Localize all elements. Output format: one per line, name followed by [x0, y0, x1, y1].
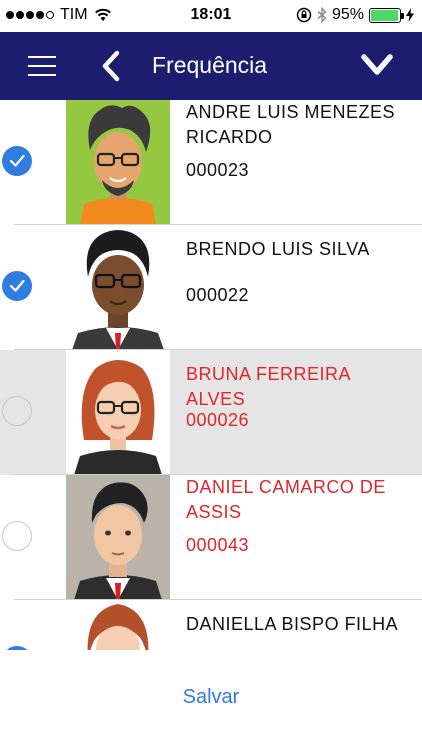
- back-chevron-icon[interactable]: [100, 50, 122, 82]
- student-code: 000023: [186, 160, 250, 180]
- student-name: BRENDO LUIS SILVA: [186, 239, 370, 259]
- navigation-bar: Frequência: [0, 32, 422, 100]
- hamburger-menu-icon[interactable]: [28, 51, 56, 81]
- student-name: BRUNA FERREIRA ALVES: [186, 364, 351, 409]
- footer: Salvar: [0, 650, 422, 750]
- avatar: [66, 225, 170, 350]
- check-icon[interactable]: [2, 271, 32, 301]
- student-list[interactable]: ANDRE LUIS MENEZES RICARDO 000023 BRENDO…: [0, 100, 422, 650]
- save-button[interactable]: Salvar: [0, 686, 422, 709]
- unchecked-circle-icon[interactable]: [2, 521, 32, 551]
- student-row[interactable]: BRUNA FERREIRA ALVES 000026: [0, 350, 422, 475]
- student-row[interactable]: BRENDO LUIS SILVA 000022: [0, 225, 422, 350]
- check-icon[interactable]: [2, 146, 32, 176]
- page-title: Frequência: [152, 52, 268, 78]
- student-code: 000022: [186, 285, 250, 305]
- student-name: DANIELLA BISPO FILHA: [186, 614, 399, 634]
- battery-icon: [369, 7, 404, 23]
- student-code: 000026: [186, 410, 250, 430]
- battery-percent: 95%: [331, 6, 364, 23]
- student-name: DANIEL CAMARCO DE ASSIS: [186, 477, 386, 522]
- avatar: [66, 600, 170, 650]
- avatar: [66, 350, 170, 475]
- unchecked-circle-icon[interactable]: [2, 396, 32, 426]
- chevron-down-icon[interactable]: [360, 52, 394, 78]
- status-icons: 95%: [296, 6, 414, 24]
- student-row[interactable]: ANDRE LUIS MENEZES RICARDO 000023: [0, 100, 422, 225]
- student-name: ANDRE LUIS MENEZES RICARDO: [186, 102, 396, 147]
- status-bar: TIM 18:01 95%: [0, 0, 422, 32]
- bluetooth-icon: [317, 7, 327, 23]
- student-row[interactable]: DANIEL CAMARCO DE ASSIS 000043: [0, 475, 422, 600]
- student-row[interactable]: DANIELLA BISPO FILHA: [0, 600, 422, 650]
- student-code: 000043: [186, 535, 250, 555]
- avatar: [66, 475, 170, 600]
- avatar: [66, 100, 170, 225]
- rotation-lock-icon: [296, 7, 312, 23]
- charging-bolt-icon: [406, 8, 414, 22]
